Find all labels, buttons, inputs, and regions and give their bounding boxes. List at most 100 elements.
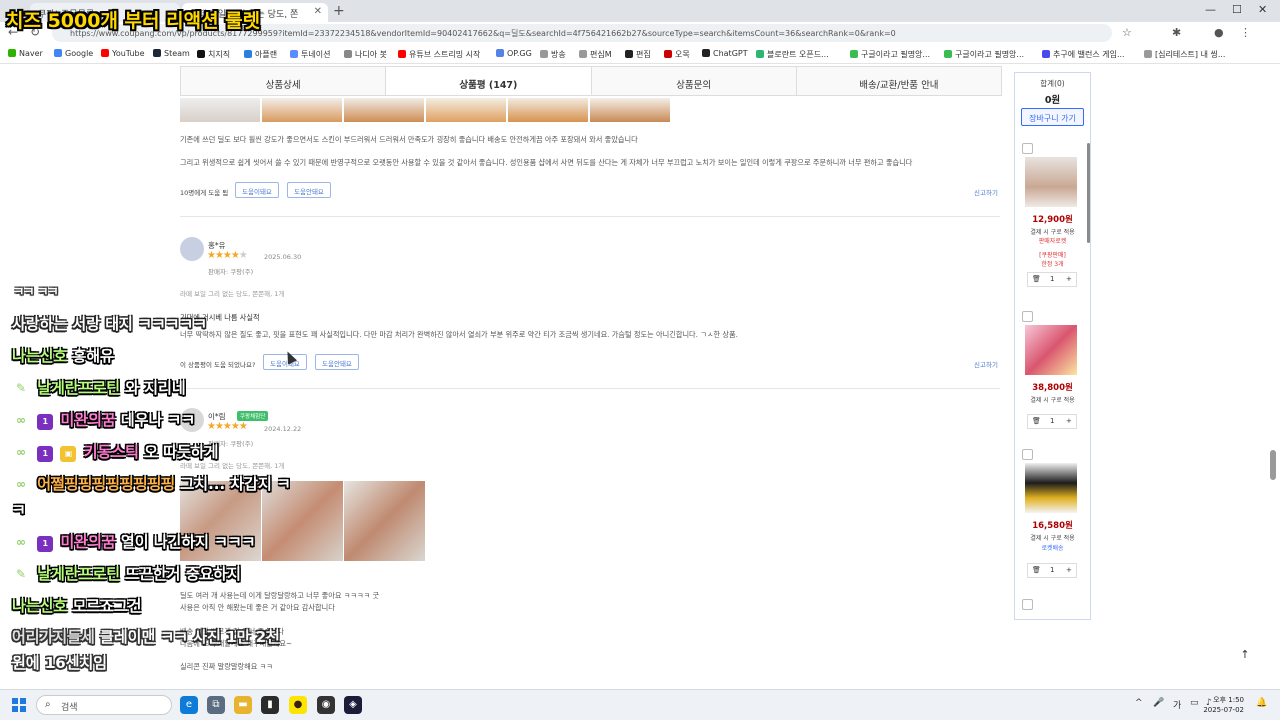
ime-icon[interactable]: 가 xyxy=(1173,698,1181,711)
review-date: 2024.12.22 xyxy=(264,425,302,433)
extensions-icon[interactable]: ✱ xyxy=(1172,26,1181,39)
app-icon[interactable]: ◈ xyxy=(344,696,362,714)
product-thumbnail[interactable] xyxy=(1025,463,1077,513)
chat-nickname: 나는신호 xyxy=(12,347,68,365)
bookmark-item[interactable]: 편심M xyxy=(579,49,612,60)
helpful-yes-button[interactable]: 도움이돼요 xyxy=(235,182,279,198)
edge-icon[interactable]: e xyxy=(180,696,198,714)
trash-icon[interactable]: 🗑 xyxy=(1032,566,1041,574)
product-thumbnail[interactable] xyxy=(1025,157,1077,207)
chat-message: ∞ 어쩔핑핑핑핑핑핑핑핑 그치... 차갑지 ㅋ xyxy=(12,473,291,494)
clock[interactable]: 오후 1:50 2025-07-02 xyxy=(1198,695,1244,715)
helpful-count: 10명에게 도움 됨 xyxy=(180,189,229,197)
tray-chevron-icon[interactable]: ^ xyxy=(1135,698,1143,708)
review-text: 기존에 쓰던 딜도 보다 훨씬 강도가 좋으면서도 스킨이 부드러워서 드러워서… xyxy=(180,135,638,144)
review-photo[interactable] xyxy=(508,98,588,122)
review-photo[interactable] xyxy=(344,481,425,561)
bookmark-item[interactable]: Naver xyxy=(8,49,43,58)
chat-nickname: 미완의꿈 xyxy=(60,411,116,429)
review-photo[interactable] xyxy=(426,98,506,122)
bookmark-item[interactable]: 오목 xyxy=(664,49,690,60)
tab-product-detail[interactable]: 상품상세 xyxy=(181,67,387,95)
tab-reviews[interactable]: 상품평 (147) xyxy=(386,67,592,95)
page-scrollbar[interactable] xyxy=(1270,450,1276,480)
bookmark-item[interactable]: OP.GG xyxy=(496,49,532,58)
minimize-icon[interactable]: — xyxy=(1205,3,1216,16)
chat-text: ㅋ xyxy=(12,501,26,519)
chat-badge-icon: ✎ xyxy=(15,567,27,581)
chat-nickname: 키동스틱 xyxy=(83,443,139,461)
close-tab-icon[interactable]: ✕ xyxy=(314,6,322,17)
bookmark-item[interactable]: 치지직 xyxy=(197,49,230,60)
chat-badge-icon: ∞ xyxy=(16,535,26,549)
helpful-no-button[interactable]: 도움안돼요 xyxy=(315,354,359,370)
bookmark-item[interactable]: [심리테스트] 내 씽... xyxy=(1144,49,1225,60)
review-photo[interactable] xyxy=(344,98,424,122)
bookmark-item[interactable]: 블로란트 오픈드... xyxy=(756,49,829,60)
quantity-value[interactable]: 1 xyxy=(1050,275,1054,283)
bookmark-item[interactable]: 방송 xyxy=(540,49,566,60)
terminal-icon[interactable]: ▮ xyxy=(261,696,279,714)
taskbar-search[interactable]: ⌕ 검색 xyxy=(36,695,172,715)
bookmark-item[interactable]: 구글이라고 필명앙... xyxy=(850,49,930,60)
cart-scrollbar[interactable] xyxy=(1087,143,1090,243)
subscriber-badge-icon: 1 xyxy=(37,446,54,462)
trash-icon[interactable]: 🗑 xyxy=(1032,417,1041,425)
quantity-value[interactable]: 1 xyxy=(1050,417,1054,425)
cart-item-checkbox[interactable] xyxy=(1022,311,1033,322)
review-photo[interactable] xyxy=(590,98,670,122)
plus-icon[interactable]: + xyxy=(1066,417,1072,425)
chat-text: 뜨끈한거 중요하지 xyxy=(125,565,241,583)
plus-icon[interactable]: + xyxy=(1066,275,1072,283)
windows-start-icon[interactable] xyxy=(12,698,26,712)
report-link[interactable]: 신고하기 xyxy=(974,187,998,197)
review-photo[interactable] xyxy=(180,98,260,122)
chat-text: 오 따듯하게 xyxy=(144,443,219,461)
chat-message: 나는신호 홍해유 xyxy=(12,345,114,366)
bookmark-item[interactable]: ChatGPT xyxy=(702,49,748,58)
bookmark-item[interactable]: Google xyxy=(54,49,93,58)
tab-shipping[interactable]: 배송/교환/반품 안내 xyxy=(796,67,1001,95)
quantity-stepper: 🗑 1 + xyxy=(1027,272,1077,287)
file-explorer-icon[interactable]: ▬ xyxy=(234,696,252,714)
bookmark-item[interactable]: 추구에 밸런스 게임... xyxy=(1042,49,1125,60)
profile-icon[interactable]: ● xyxy=(1214,26,1224,39)
cart-item-checkbox[interactable] xyxy=(1022,449,1033,460)
chat-badge-icon: ∞ xyxy=(16,413,26,427)
menu-icon[interactable]: ⋮ xyxy=(1240,26,1251,39)
report-link[interactable]: 신고하기 xyxy=(974,359,998,369)
tab-inquiry[interactable]: 상품문의 xyxy=(591,67,797,95)
star-icon[interactable]: ☆ xyxy=(1122,26,1132,39)
review-date: 2025.06.30 xyxy=(264,253,302,261)
trash-icon[interactable]: 🗑 xyxy=(1032,275,1041,283)
bookmark-item[interactable]: 구글이라고 필명앙... xyxy=(944,49,1024,60)
bookmark-item[interactable]: 편집 xyxy=(625,49,651,60)
close-window-icon[interactable]: ✕ xyxy=(1258,3,1267,16)
quantity-value[interactable]: 1 xyxy=(1050,566,1054,574)
review-photo[interactable] xyxy=(262,98,342,122)
helpful-no-button[interactable]: 도움안돼요 xyxy=(287,182,331,198)
maximize-icon[interactable]: ☐ xyxy=(1232,3,1242,16)
obs-icon[interactable]: ◉ xyxy=(317,696,335,714)
plus-icon[interactable]: + xyxy=(1066,566,1072,574)
cart-item-delivery: 결제 시 구로 적용 xyxy=(1030,535,1075,542)
notification-icon[interactable]: 🔔 xyxy=(1256,698,1267,708)
microphone-icon[interactable]: 🎤 xyxy=(1153,698,1164,708)
helpful-question: 이 상품평이 도움 되었나요? xyxy=(180,361,256,369)
go-to-cart-button[interactable]: 장바구니 가기 xyxy=(1021,108,1084,126)
bookmark-item[interactable]: YouTube xyxy=(101,49,145,58)
new-tab-icon[interactable]: + xyxy=(333,3,345,19)
cart-item-checkbox[interactable] xyxy=(1022,599,1033,610)
cart-sum-label: 합계(0) xyxy=(1040,79,1065,88)
kakaotalk-icon[interactable]: ● xyxy=(289,696,307,714)
bookmark-item[interactable]: 나디아 봇 xyxy=(344,49,387,60)
bookmark-item[interactable]: Steam xyxy=(153,49,190,58)
bookmark-item[interactable]: 아플랜 xyxy=(244,49,277,60)
product-thumbnail[interactable] xyxy=(1025,325,1077,375)
scroll-top-icon[interactable]: ↑ xyxy=(1236,648,1254,666)
cart-item-tag: 로켓배송 xyxy=(1041,545,1064,552)
bookmark-item[interactable]: 투네이션 xyxy=(290,49,330,60)
task-view-icon[interactable]: ⧉ xyxy=(207,696,225,714)
cart-item-checkbox[interactable] xyxy=(1022,143,1033,154)
bookmark-item[interactable]: 유튜브 스트리밍 시작 xyxy=(398,49,480,60)
